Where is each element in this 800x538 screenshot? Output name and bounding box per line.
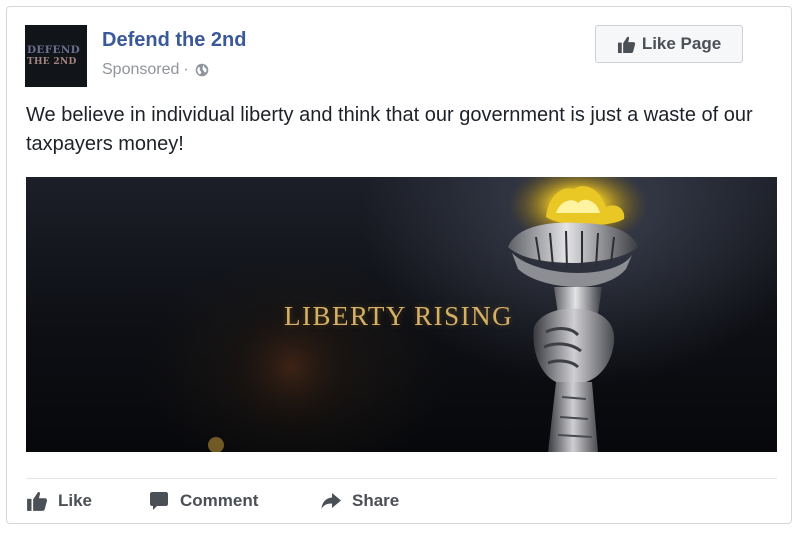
- post-body-text: We believe in individual liberty and thi…: [26, 104, 753, 155]
- share-label: Share: [352, 491, 400, 510]
- post-video-thumbnail[interactable]: LIBERTY RISING: [26, 177, 777, 452]
- avatar-text-line1: DEFEND: [27, 44, 81, 56]
- post-meta: Sponsored ·: [102, 61, 209, 79]
- avatar-text-line2: THE 2ND: [27, 57, 77, 67]
- thumbs-up-icon: [617, 35, 636, 54]
- like-page-label: Like Page: [641, 34, 722, 53]
- sponsored-label[interactable]: Sponsored: [102, 61, 179, 79]
- page-avatar[interactable]: DEFEND THE 2ND: [25, 25, 87, 87]
- like-button[interactable]: Like: [26, 487, 92, 515]
- media-caption: LIBERTY RISING: [284, 301, 514, 331]
- thumbs-up-icon: [26, 490, 48, 512]
- like-page-button[interactable]: Like Page: [595, 25, 743, 63]
- comment-button[interactable]: Comment: [148, 487, 258, 515]
- meta-separator: ·: [183, 61, 189, 78]
- globe-icon[interactable]: [195, 63, 209, 77]
- comment-icon: [148, 490, 170, 512]
- share-button[interactable]: Share: [320, 487, 399, 515]
- actions-divider: [26, 478, 777, 479]
- like-label: Like: [58, 491, 93, 510]
- comment-label: Comment: [180, 491, 259, 510]
- share-arrow-icon: [320, 490, 342, 512]
- page-name-link[interactable]: Defend the 2nd: [102, 29, 246, 52]
- sponsored-post-card: DEFEND THE 2ND Defend the 2nd Sponsored …: [6, 6, 792, 524]
